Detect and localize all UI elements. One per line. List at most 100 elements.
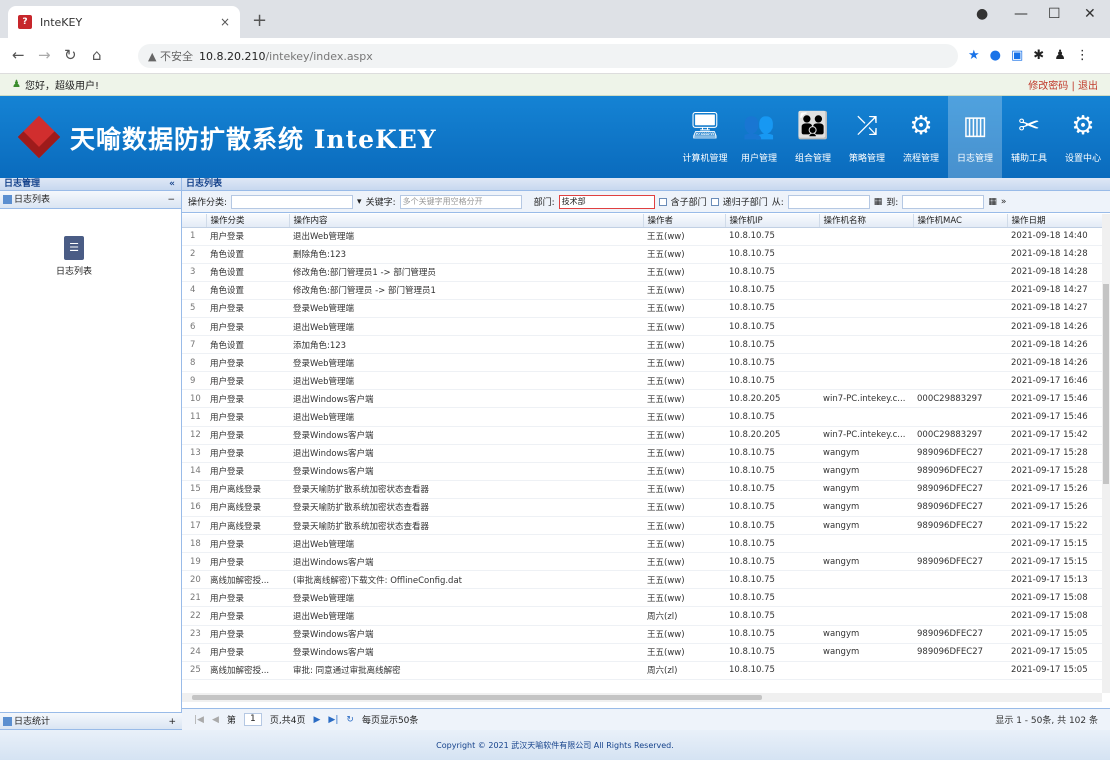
table-row[interactable]: 13 用户登录 退出Windows客户端 王五(ww) 10.8.10.75 wangym… bbox=[182, 444, 1102, 463]
module-icon: ⤮ bbox=[856, 110, 878, 141]
prev-page-icon[interactable]: ◀ bbox=[212, 715, 219, 725]
module-nav-item[interactable]: ⚙ 流程管理 bbox=[894, 96, 948, 178]
row-number: 1 bbox=[182, 227, 206, 246]
table-row[interactable]: 14 用户登录 登录Windows客户端 王五(ww) 10.8.10.75 wangym… bbox=[182, 462, 1102, 481]
recursive-checkbox[interactable] bbox=[710, 197, 719, 206]
table-cell bbox=[913, 606, 1007, 626]
back-icon[interactable]: ← bbox=[12, 46, 25, 64]
table-cell: 登录天喻防扩散系统加密状态查看器 bbox=[289, 516, 643, 536]
module-nav-item[interactable]: ✂ 辅助工具 bbox=[1002, 96, 1056, 178]
section-toggle-icon[interactable]: + bbox=[168, 713, 176, 731]
minimize-icon[interactable]: — bbox=[1014, 6, 1028, 22]
tab-close-icon[interactable]: × bbox=[220, 15, 230, 29]
column-header[interactable]: 操作内容 bbox=[289, 214, 644, 228]
keyword-input[interactable]: 多个关键字用空格分开 bbox=[399, 194, 522, 209]
table-row[interactable]: 15 用户离线登录 登录天喻防扩散系统加密状态查看器 王五(ww) 10.8.10.75… bbox=[182, 480, 1102, 499]
table-row[interactable]: 24 用户登录 登录Windows客户端 王五(ww) 10.8.10.75 wangym… bbox=[182, 643, 1102, 662]
chevron-down-icon[interactable]: ▾ bbox=[357, 197, 362, 207]
column-header[interactable]: 操作机MAC bbox=[913, 214, 1008, 228]
module-nav-item[interactable]: 🖥 计算机管理 bbox=[678, 96, 732, 178]
table-row[interactable]: 22 用户登录 退出Web管理端 周六(zl) 10.8.10.75 2021-09-17… bbox=[182, 606, 1102, 626]
first-page-icon[interactable]: |◀ bbox=[194, 715, 204, 725]
table-cell: 10.8.10.75 bbox=[725, 661, 819, 680]
collapse-icon[interactable]: « bbox=[169, 178, 175, 190]
module-nav-item[interactable]: ▥ 日志管理 bbox=[948, 96, 1002, 178]
include-sub-checkbox[interactable] bbox=[658, 197, 667, 206]
browser-tab[interactable]: ? InteKEY × bbox=[8, 6, 240, 38]
table-cell: wangym bbox=[819, 516, 913, 536]
puzzle-icon[interactable]: ✱ bbox=[1033, 48, 1044, 63]
to-date-input[interactable] bbox=[902, 194, 985, 209]
table-row[interactable]: 23 用户登录 登录Windows客户端 王五(ww) 10.8.10.75 wangym… bbox=[182, 625, 1102, 644]
account-icon[interactable]: ♟ bbox=[1054, 48, 1066, 63]
table-row[interactable]: 12 用户登录 登录Windows客户端 王五(ww) 10.8.20.205 win7-… bbox=[182, 426, 1102, 445]
calendar-icon[interactable]: ▦ bbox=[874, 197, 883, 207]
column-header[interactable]: 操作分类 bbox=[206, 214, 290, 228]
toolbar-more-icon[interactable]: » bbox=[1001, 197, 1007, 207]
table-row[interactable]: 19 用户登录 退出Windows客户端 王五(ww) 10.8.10.75 wangym… bbox=[182, 552, 1102, 572]
scroll-thumb[interactable] bbox=[192, 695, 762, 700]
table-row[interactable]: 20 离线加解密授... (审批离线解密)下载文件: OfflineConfig.d… bbox=[182, 570, 1102, 590]
column-header[interactable]: 操作机名称 bbox=[819, 214, 914, 228]
module-nav-item[interactable]: ⚙ 设置中心 bbox=[1056, 96, 1110, 178]
table-row[interactable]: 1 用户登录 退出Web管理端 王五(ww) 10.8.10.75 2021-09-18 … bbox=[182, 227, 1102, 246]
module-nav-item[interactable]: ⤮ 策略管理 bbox=[840, 96, 894, 178]
refresh-icon[interactable]: ↻ bbox=[346, 715, 354, 725]
column-header[interactable]: 操作机IP bbox=[725, 214, 820, 228]
table-cell: 10.8.10.75 bbox=[725, 570, 819, 590]
account-links[interactable]: 修改密码 | 退出 bbox=[1028, 77, 1098, 92]
sidebar-section-stats[interactable]: 日志统计 + bbox=[0, 712, 182, 730]
menu-icon[interactable]: ⋮ bbox=[1076, 48, 1089, 63]
horizontal-scrollbar[interactable] bbox=[182, 693, 1102, 702]
last-page-icon[interactable]: ▶| bbox=[328, 715, 338, 725]
bookmark-star-icon[interactable]: ★ bbox=[968, 48, 980, 63]
table-cell: 2021-09-18 14:27 bbox=[1007, 299, 1102, 318]
table-row[interactable]: 2 角色设置 删除角色:123 王五(ww) 10.8.10.75 2021-09-18 … bbox=[182, 245, 1102, 264]
table-row[interactable]: 7 角色设置 添加角色:123 王五(ww) 10.8.10.75 2021-09-18 … bbox=[182, 335, 1102, 355]
scroll-thumb[interactable] bbox=[1103, 284, 1109, 484]
url-field[interactable]: ▲ 不安全 10.8.20.210 /intekey/index.aspx bbox=[138, 44, 958, 68]
table-row[interactable]: 25 离线加解密授... 审批: 同意通过审批离线解密 周六(zl) 10.8.10.7… bbox=[182, 661, 1102, 680]
next-page-icon[interactable]: ▶ bbox=[314, 715, 321, 725]
module-nav-item[interactable]: 👥 用户管理 bbox=[732, 96, 786, 178]
table-row[interactable]: 4 角色设置 修改角色:部门管理员 -> 部门管理员1 王五(ww) 10.8.10.7… bbox=[182, 281, 1102, 300]
window-close-icon[interactable]: ✕ bbox=[1084, 6, 1096, 22]
table-row[interactable]: 8 用户登录 登录Web管理端 王五(ww) 10.8.10.75 2021-09-18 … bbox=[182, 353, 1102, 373]
table-row[interactable]: 6 用户登录 退出Web管理端 王五(ww) 10.8.10.75 2021-09-18 … bbox=[182, 317, 1102, 337]
maximize-icon[interactable]: ☐ bbox=[1048, 6, 1061, 22]
table-cell: 王五(ww) bbox=[643, 480, 725, 499]
column-header[interactable] bbox=[182, 214, 207, 228]
dept-input[interactable]: 技术部 bbox=[558, 194, 655, 209]
table-row[interactable]: 16 用户离线登录 登录天喻防扩散系统加密状态查看器 王五(ww) 10.8.10.75… bbox=[182, 498, 1102, 518]
table-row[interactable]: 3 角色设置 修改角色:部门管理员1 -> 部门管理员 王五(ww) 10.8.10.7… bbox=[182, 263, 1102, 282]
page-size-label[interactable]: 每页显示50条 bbox=[362, 713, 418, 726]
extension-icon[interactable]: ● bbox=[990, 48, 1001, 63]
forward-icon[interactable]: → bbox=[38, 46, 51, 64]
table-cell bbox=[913, 299, 1007, 318]
category-select[interactable] bbox=[231, 194, 354, 209]
table-cell bbox=[913, 353, 1007, 373]
table-row[interactable]: 10 用户登录 退出Windows客户端 王五(ww) 10.8.20.205 win7-… bbox=[182, 389, 1102, 409]
module-nav-item[interactable]: 👪 组合管理 bbox=[786, 96, 840, 178]
sidebar-item-log-list[interactable]: ☰ 日志列表 bbox=[44, 236, 104, 277]
reload-icon[interactable]: ↻ bbox=[64, 46, 77, 64]
table-row[interactable]: 21 用户登录 登录Web管理端 王五(ww) 10.8.10.75 2021-09-17… bbox=[182, 588, 1102, 608]
column-header[interactable]: 操作日期 bbox=[1007, 214, 1102, 228]
calendar-icon[interactable]: ▦ bbox=[988, 197, 997, 207]
page-number-input[interactable]: 1 bbox=[243, 713, 262, 726]
extension-icon[interactable]: ▣ bbox=[1011, 48, 1023, 63]
section-toggle-icon[interactable]: − bbox=[167, 191, 175, 209]
sidebar-section-header[interactable]: 日志列表 − bbox=[0, 191, 181, 209]
table-row[interactable]: 5 用户登录 登录Web管理端 王五(ww) 10.8.10.75 2021-09-18 … bbox=[182, 299, 1102, 318]
table-row[interactable]: 17 用户离线登录 登录天喻防扩散系统加密状态查看器 王五(ww) 10.8.10.75… bbox=[182, 516, 1102, 536]
new-tab-button[interactable]: + bbox=[252, 10, 267, 31]
vertical-scrollbar[interactable] bbox=[1102, 214, 1110, 693]
profile-icon[interactable]: ● bbox=[976, 6, 988, 22]
table-row[interactable]: 11 用户登录 退出Web管理端 王五(ww) 10.8.10.75 2021-09-17… bbox=[182, 407, 1102, 427]
column-header[interactable]: 操作者 bbox=[643, 214, 726, 228]
table-row[interactable]: 18 用户登录 退出Web管理端 王五(ww) 10.8.10.75 2021-09-17… bbox=[182, 534, 1102, 554]
from-date-input[interactable] bbox=[787, 194, 870, 209]
home-icon[interactable]: ⌂ bbox=[92, 46, 102, 64]
table-cell bbox=[819, 317, 913, 337]
table-row[interactable]: 9 用户登录 退出Web管理端 王五(ww) 10.8.10.75 2021-09-17 … bbox=[182, 371, 1102, 391]
